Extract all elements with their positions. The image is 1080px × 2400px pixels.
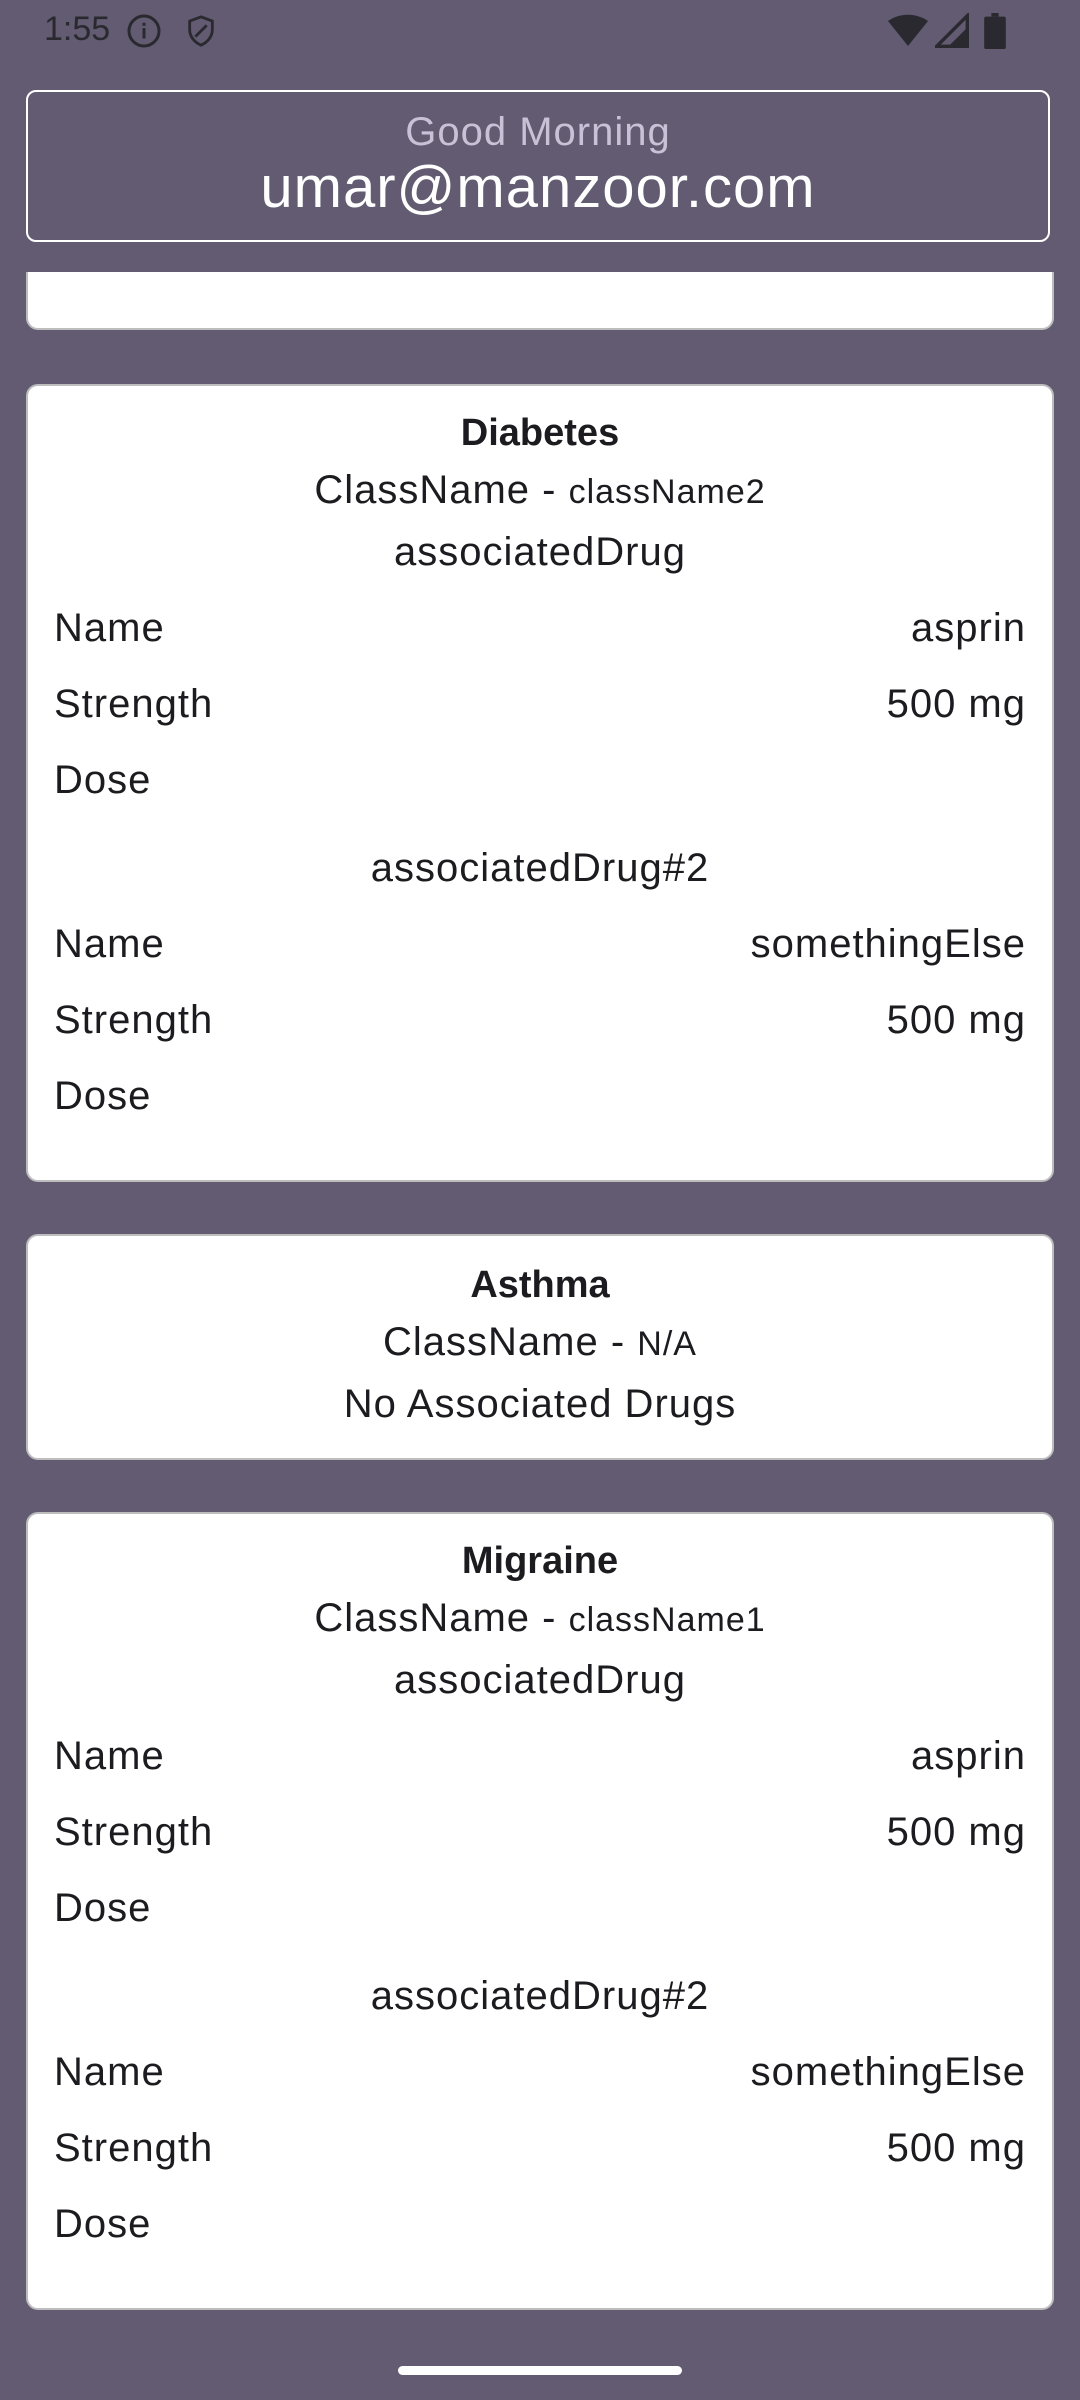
shield-icon (188, 15, 214, 47)
info-icon (127, 14, 161, 48)
name-value: asprin (911, 606, 1026, 650)
drug-heading: associatedDrug (394, 1658, 686, 1702)
name-value: somethingElse (750, 2050, 1026, 2094)
cellular-signal-icon (935, 13, 969, 48)
drug-dose-row: Dose (54, 2202, 1026, 2252)
strength-value: 500 mg (886, 1810, 1026, 1854)
drug-heading: associatedDrug#2 (370, 1974, 710, 2018)
strength-label: Strength (54, 682, 214, 726)
class-name-value: N/A (637, 1325, 697, 1363)
name-value: somethingElse (750, 922, 1026, 966)
drug-name-row: Name asprin (54, 606, 1026, 656)
drug-dose-row: Dose (54, 1886, 1026, 1936)
class-name-label: ClassName - (383, 1320, 638, 1364)
condition-title: Asthma (470, 1264, 610, 1306)
drug-strength-row: Strength 500 mg (54, 1810, 1026, 1860)
status-time: 1:55 (44, 10, 111, 48)
condition-card: Diabetes ClassName - className2 associat… (26, 384, 1054, 1182)
dose-label: Dose (54, 1886, 152, 1930)
drug-heading: associatedDrug (394, 530, 686, 574)
strength-value: 500 mg (886, 998, 1026, 1042)
user-email: umar@manzoor.com (260, 155, 816, 220)
drug-strength-row: Strength 500 mg (54, 682, 1026, 732)
strength-value: 500 mg (886, 682, 1026, 726)
drug-strength-row: Strength 500 mg (54, 2126, 1026, 2176)
condition-card-partial (26, 272, 1054, 330)
drug-strength-row: Strength 500 mg (54, 998, 1026, 1048)
name-label: Name (54, 1734, 165, 1778)
battery-icon (984, 13, 1006, 49)
greeting-header: Good Morning umar@manzoor.com (26, 90, 1050, 242)
dose-label: Dose (54, 2202, 152, 2246)
strength-label: Strength (54, 1810, 214, 1854)
greeting-text: Good Morning (405, 110, 671, 154)
wifi-icon (888, 14, 928, 46)
dose-label: Dose (54, 1074, 152, 1118)
status-bar: 1:55 (0, 0, 1080, 62)
class-name-line: ClassName - className2 (28, 468, 1052, 513)
strength-label: Strength (54, 2126, 214, 2170)
drug-dose-row: Dose (54, 758, 1026, 808)
class-name-label: ClassName - (314, 468, 569, 512)
dose-label: Dose (54, 758, 152, 802)
drug-dose-row: Dose (54, 1074, 1026, 1124)
no-drugs-text: No Associated Drugs (343, 1382, 737, 1426)
drug-name-row: Name somethingElse (54, 922, 1026, 972)
drug-name-row: Name asprin (54, 1734, 1026, 1784)
condition-title: Migraine (461, 1540, 619, 1582)
name-label: Name (54, 2050, 165, 2094)
class-name-label: ClassName - (314, 1596, 569, 1640)
home-gesture-bar[interactable] (398, 2366, 682, 2375)
class-name-value: className2 (568, 473, 766, 511)
condition-card: Asthma ClassName - N/A No Associated Dru… (26, 1234, 1054, 1460)
strength-label: Strength (54, 998, 214, 1042)
drug-name-row: Name somethingElse (54, 2050, 1026, 2100)
condition-card: Migraine ClassName - className1 associat… (26, 1512, 1054, 2310)
class-name-line: ClassName - N/A (28, 1320, 1052, 1365)
class-name-value: className1 (568, 1601, 766, 1639)
strength-value: 500 mg (886, 2126, 1026, 2170)
drug-heading: associatedDrug#2 (370, 846, 710, 890)
class-name-line: ClassName - className1 (28, 1596, 1052, 1641)
name-label: Name (54, 922, 165, 966)
name-label: Name (54, 606, 165, 650)
name-value: asprin (911, 1734, 1026, 1778)
condition-title: Diabetes (460, 412, 620, 454)
